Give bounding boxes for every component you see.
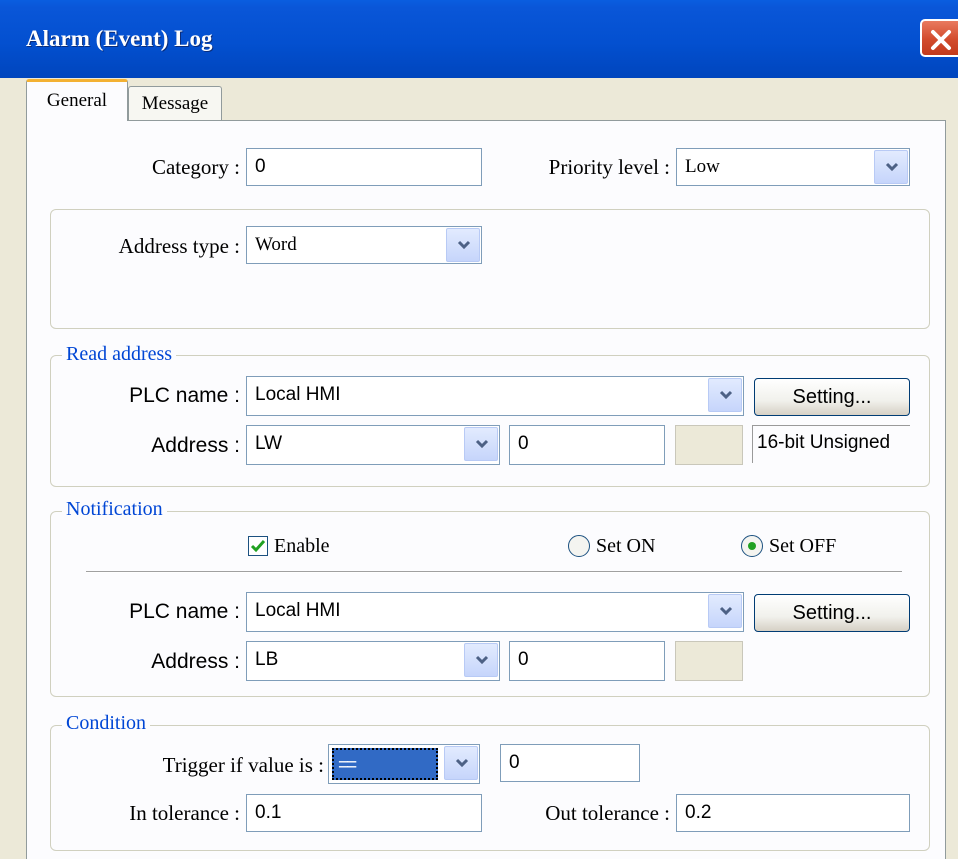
priority-dropdown-arrow[interactable] <box>874 150 908 184</box>
chevron-down-icon <box>885 162 899 172</box>
close-button[interactable] <box>920 19 958 57</box>
trigger-operator-value: == <box>338 755 357 776</box>
notification-divider <box>86 571 902 573</box>
title-bar[interactable]: Alarm (Event) Log <box>0 0 958 78</box>
radio-selected-dot <box>748 542 756 550</box>
read-address-title: Read address <box>62 343 177 366</box>
set-on-label: Set ON <box>596 535 656 557</box>
notification-title: Notification <box>62 498 167 521</box>
condition-title: Condition <box>62 712 151 735</box>
category-input[interactable]: 0 <box>246 148 482 186</box>
trigger-label: Trigger if value is : <box>162 753 324 777</box>
out-tolerance-input[interactable]: 0.2 <box>676 794 910 832</box>
close-icon <box>931 30 951 50</box>
set-off-label: Set OFF <box>769 535 837 557</box>
read-plc-name-value: Local HMI <box>255 384 341 405</box>
set-off-radio[interactable] <box>741 535 763 557</box>
condition-group <box>50 725 930 851</box>
notify-plc-name-value: Local HMI <box>255 600 341 621</box>
set-on-radio[interactable] <box>568 535 590 557</box>
chevron-down-icon <box>719 390 733 400</box>
enable-checkbox[interactable] <box>248 536 268 556</box>
read-data-format-display: 16-bit Unsigned <box>752 425 910 463</box>
address-type-dropdown-arrow[interactable] <box>446 228 480 262</box>
read-address-input[interactable]: 0 <box>509 425 665 465</box>
chevron-down-icon <box>455 758 469 768</box>
category-label: Category : <box>151 155 240 179</box>
read-address-dropdown-arrow[interactable] <box>464 427 498 461</box>
read-plc-name-label: PLC name : <box>129 384 240 407</box>
window-title: Alarm (Event) Log <box>26 26 213 51</box>
notify-address-device-select[interactable]: LB <box>246 641 500 681</box>
priority-level-label: Priority level : <box>548 155 670 179</box>
read-plc-dropdown-arrow[interactable] <box>708 378 742 412</box>
address-type-label: Address type : <box>118 234 240 258</box>
in-tolerance-label: In tolerance : <box>129 801 240 825</box>
notify-plc-dropdown-arrow[interactable] <box>708 594 742 628</box>
address-type-group <box>50 209 930 329</box>
chevron-down-icon <box>475 439 489 449</box>
notify-address-extra-field <box>675 641 743 681</box>
notify-plc-name-select[interactable]: Local HMI <box>246 592 744 632</box>
notify-address-device-value: LB <box>255 649 279 670</box>
notify-address-label: Address : <box>151 650 240 673</box>
chevron-down-icon <box>719 606 733 616</box>
address-type-value: Word <box>255 234 297 255</box>
tab-general[interactable]: General <box>26 79 128 121</box>
tab-message[interactable]: Message <box>128 86 222 121</box>
notify-setting-button[interactable]: Setting... <box>754 594 910 632</box>
read-setting-button[interactable]: Setting... <box>754 378 910 416</box>
trigger-value-input[interactable]: 0 <box>500 744 640 782</box>
chevron-down-icon <box>457 240 471 250</box>
read-address-device-value: LW <box>255 433 283 454</box>
trigger-operator-select[interactable]: == <box>328 744 480 784</box>
trigger-operator-dropdown-arrow[interactable] <box>444 746 478 780</box>
priority-level-value: Low <box>685 156 720 177</box>
out-tolerance-label: Out tolerance : <box>545 801 670 825</box>
address-type-select[interactable]: Word <box>246 226 482 264</box>
notify-address-input[interactable]: 0 <box>509 641 665 681</box>
in-tolerance-input[interactable]: 0.1 <box>246 794 482 832</box>
read-address-label: Address : <box>151 434 240 457</box>
priority-level-select[interactable]: Low <box>676 148 910 186</box>
trigger-operator-highlight: == <box>332 748 438 780</box>
read-address-extra-field <box>675 425 743 465</box>
enable-label: Enable <box>274 535 330 557</box>
read-address-device-select[interactable]: LW <box>246 425 500 465</box>
read-plc-name-select[interactable]: Local HMI <box>246 376 744 416</box>
notify-plc-name-label: PLC name : <box>129 600 240 623</box>
notify-address-dropdown-arrow[interactable] <box>464 643 498 677</box>
chevron-down-icon <box>475 655 489 665</box>
read-address-group <box>50 355 930 487</box>
checkmark-icon <box>250 540 266 553</box>
